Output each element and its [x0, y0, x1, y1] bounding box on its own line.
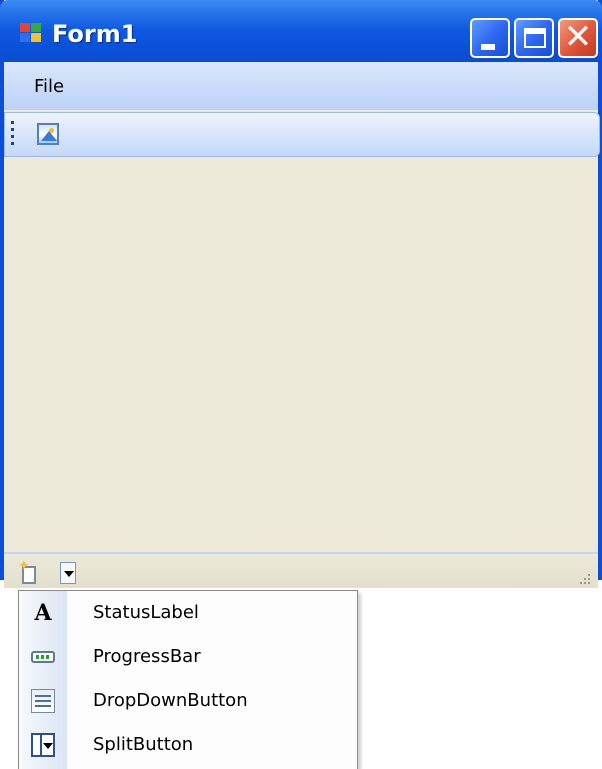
- menu-item-label: DropDownButton: [93, 690, 248, 711]
- window-title: Form1: [52, 20, 138, 48]
- minimize-icon: [481, 44, 495, 50]
- menu-bar: File: [4, 62, 598, 110]
- new-item-icon[interactable]: ✦: [18, 558, 40, 586]
- maximize-icon: [524, 28, 546, 48]
- progress-bar-icon: [31, 651, 55, 663]
- size-grip[interactable]: [578, 574, 592, 586]
- menu-item-dropdown-button[interactable]: DropDownButton: [19, 679, 357, 723]
- menu-item-split-button[interactable]: SplitButton: [19, 723, 357, 767]
- image-icon: [37, 123, 59, 145]
- split-button-icon: [31, 733, 55, 757]
- status-split-button[interactable]: ✦: [18, 558, 78, 590]
- menu-item-progress-bar[interactable]: ProgressBar: [19, 635, 357, 679]
- status-strip: ✦: [4, 552, 598, 588]
- add-item-dropdown-menu: A StatusLabel ProgressBar DropDownButton…: [18, 590, 358, 769]
- close-icon: ✕: [563, 17, 593, 57]
- status-label-icon: A: [34, 600, 52, 626]
- chevron-down-icon[interactable]: [60, 562, 76, 584]
- windows-form-icon: [20, 23, 42, 43]
- form-client-area: [4, 157, 598, 552]
- menu-item-file[interactable]: File: [20, 62, 78, 110]
- menu-item-label: SplitButton: [93, 734, 194, 755]
- title-bar[interactable]: Form1 ✕: [0, 0, 602, 62]
- menu-item-label: ProgressBar: [93, 646, 201, 667]
- minimize-button[interactable]: [470, 18, 510, 58]
- menu-item-status-label[interactable]: A StatusLabel: [19, 591, 357, 635]
- image-button[interactable]: [35, 121, 61, 147]
- form-window: Form1 ✕ File ✦: [0, 0, 602, 588]
- maximize-button[interactable]: [514, 18, 554, 58]
- menu-item-label: StatusLabel: [93, 602, 199, 623]
- toolbar-grip[interactable]: [11, 121, 15, 147]
- tool-strip: [4, 112, 600, 157]
- dropdown-button-icon: [31, 689, 55, 713]
- close-button[interactable]: ✕: [558, 17, 598, 58]
